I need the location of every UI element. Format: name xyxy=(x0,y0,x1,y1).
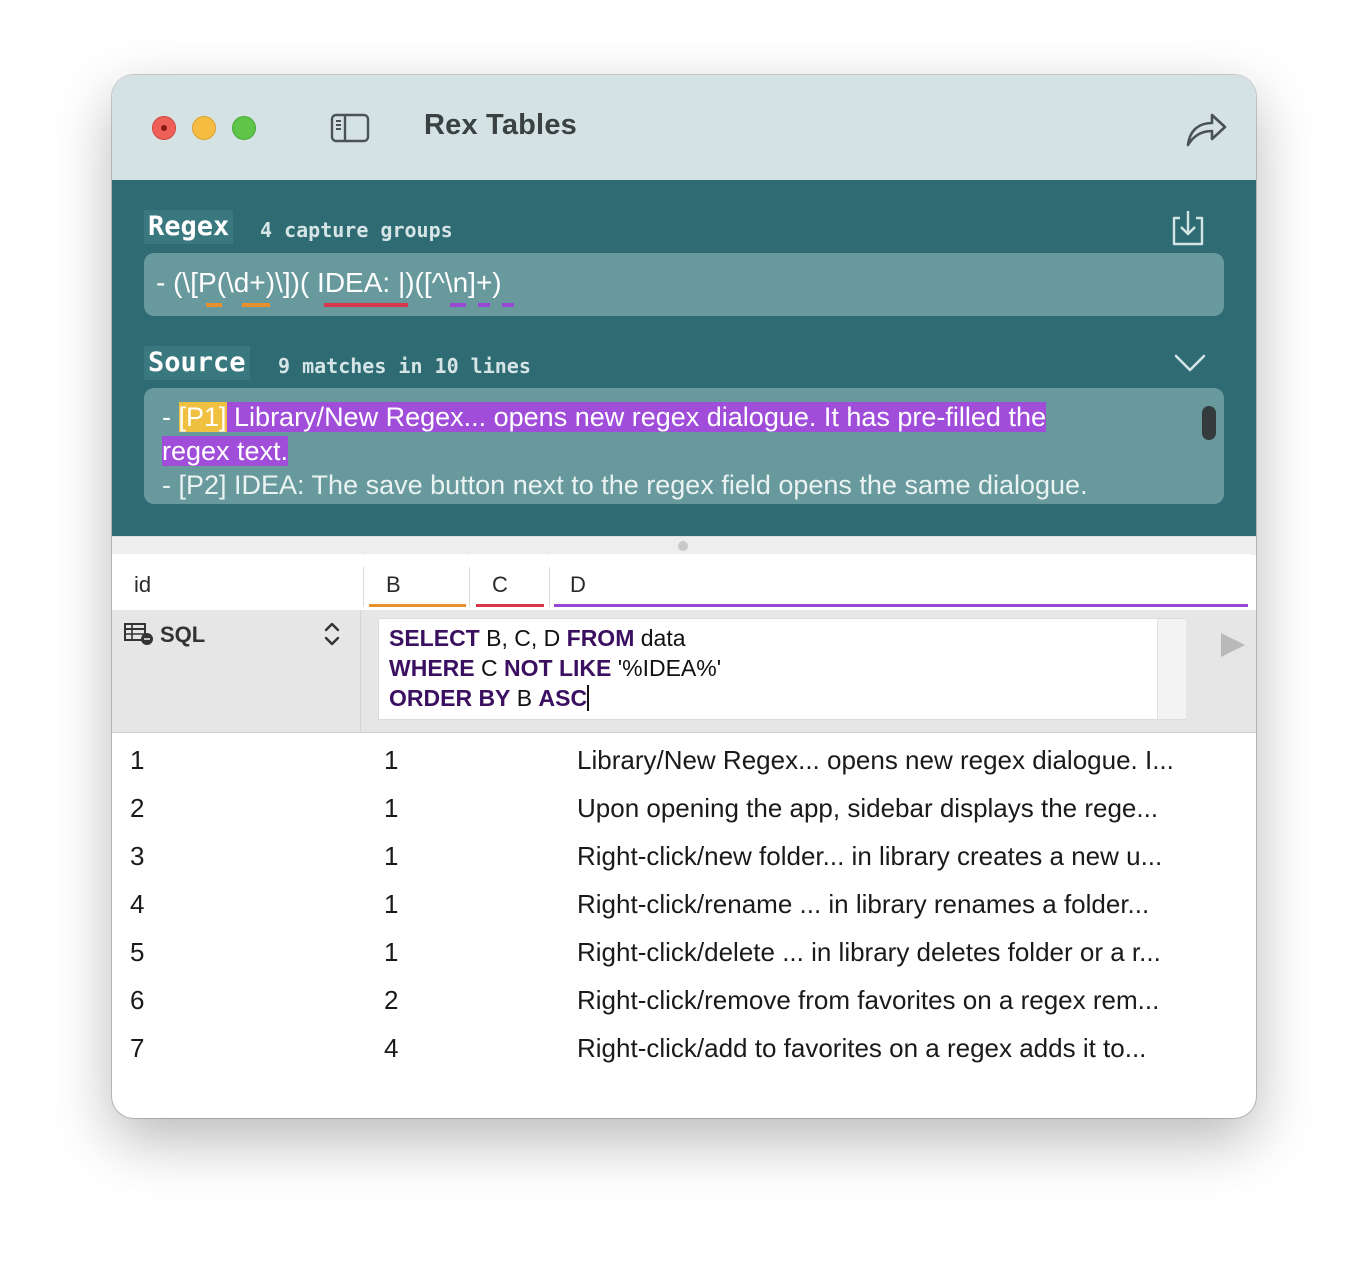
table-divider xyxy=(112,732,1256,733)
cell-d: Upon opening the app, sidebar displays t… xyxy=(577,793,1159,823)
app-window: Rex Tables Regex 4 capture groups - (\[P… xyxy=(112,75,1256,1118)
sidebar-toggle-icon[interactable] xyxy=(330,112,370,144)
capture-groups-count: 4 capture groups xyxy=(260,218,453,242)
cell-b: 1 xyxy=(384,889,399,919)
sql-line-1: SELECT B, C, D FROM data xyxy=(389,625,686,651)
regex-group-idea: IDEA: | xyxy=(309,267,406,298)
match-text: Library/New Regex... opens new regex dia… xyxy=(226,402,1046,432)
cell-d: Library/New Regex... opens new regex dia… xyxy=(577,745,1174,775)
sql-separator xyxy=(360,610,361,732)
cell-id: 3 xyxy=(130,841,145,871)
column-header-b[interactable]: B xyxy=(364,554,468,610)
regex-group-digits: (\d+) xyxy=(216,267,276,298)
source-scrollbar[interactable] xyxy=(1202,406,1216,440)
cell-b: 1 xyxy=(384,841,399,871)
text-caret xyxy=(587,685,590,711)
cell-id: 4 xyxy=(130,889,145,919)
regex-group-rest: [^\n] xyxy=(423,267,476,298)
query-mode-stepper-icon[interactable] xyxy=(322,620,342,648)
close-window-button[interactable] xyxy=(152,116,176,140)
table-row[interactable]: 2 1 Upon opening the app, sidebar displa… xyxy=(112,785,1256,833)
sql-line-2: WHERE C NOT LIKE '%IDEA%' xyxy=(389,655,722,681)
cell-id: 5 xyxy=(130,937,145,967)
cell-b: 1 xyxy=(384,793,399,823)
table-row[interactable]: 7 4 Right-click/add to favorites on a re… xyxy=(112,1025,1256,1073)
source-line-1: - [P1] Library/New Regex... opens new re… xyxy=(162,402,1046,432)
table-row[interactable]: 4 1 Right-click/rename ... in library re… xyxy=(112,881,1256,929)
regex-source-panel: Regex 4 capture groups - (\[P(\d+)\])( I… xyxy=(112,180,1256,536)
cell-d: Right-click/delete ... in library delete… xyxy=(577,937,1161,967)
cell-d: Right-click/new folder... in library cre… xyxy=(577,841,1163,871)
minimize-window-button[interactable] xyxy=(192,116,216,140)
group-b-underline xyxy=(206,303,222,307)
run-query-icon[interactable] xyxy=(1218,630,1248,660)
match-tag: [P1] xyxy=(178,402,227,432)
chevron-down-icon[interactable] xyxy=(1173,351,1207,375)
source-line-2: regex text. xyxy=(162,434,289,468)
column-c-color-bar xyxy=(476,604,544,607)
window-title: Rex Tables xyxy=(424,109,577,141)
cell-id: 6 xyxy=(130,985,145,1015)
table-row[interactable]: 1 1 Library/New Regex... opens new regex… xyxy=(112,737,1256,785)
splitter-handle[interactable] xyxy=(678,541,688,551)
column-header-id[interactable]: id xyxy=(112,554,362,610)
share-icon[interactable] xyxy=(1184,109,1228,149)
query-mode-label: SQL xyxy=(160,622,206,647)
table-row[interactable]: 3 1 Right-click/new folder... in library… xyxy=(112,833,1256,881)
regex-part-p: P xyxy=(198,267,217,298)
column-b-color-bar xyxy=(369,604,466,607)
cell-b: 1 xyxy=(384,745,399,775)
cell-d: Right-click/remove from favorites on a r… xyxy=(577,985,1160,1015)
sql-line-3: ORDER BY B ASC xyxy=(389,685,590,711)
group-b-underline xyxy=(242,303,270,307)
group-d-underline xyxy=(450,303,466,307)
sql-query-row: SQL SELECT B, C, D FROM data WHERE C NOT… xyxy=(112,610,1256,732)
column-header-d[interactable]: D xyxy=(550,554,1250,610)
cell-id: 2 xyxy=(130,793,145,823)
save-regex-icon[interactable] xyxy=(1170,208,1206,248)
regex-input[interactable]: - (\[P(\d+)\])( IDEA: |)([^\n]+) xyxy=(144,253,1224,316)
cell-id: 1 xyxy=(130,745,145,775)
source-label: Source xyxy=(144,346,250,380)
source-line-3: - [P2] IDEA: The save button next to the… xyxy=(162,470,1088,500)
column-d-color-bar xyxy=(554,604,1248,607)
cell-d: Right-click/rename ... in library rename… xyxy=(577,889,1150,919)
group-d-underline xyxy=(478,303,490,307)
cell-b: 2 xyxy=(384,985,399,1015)
column-header-c[interactable]: C xyxy=(470,554,548,610)
cell-d: Right-click/add to favorites on a regex … xyxy=(577,1033,1147,1063)
regex-pattern: - (\[P(\d+)\])( IDEA: |)([^\n]+) xyxy=(156,267,502,298)
regex-label: Regex xyxy=(144,210,234,244)
panel-splitter[interactable] xyxy=(112,536,1256,555)
group-c-underline xyxy=(324,303,408,307)
table-row[interactable]: 6 2 Right-click/remove from favorites on… xyxy=(112,977,1256,1025)
group-d-underline xyxy=(502,303,514,307)
title-bar: Rex Tables xyxy=(112,75,1256,180)
matches-count: 9 matches in 10 lines xyxy=(278,354,531,378)
zoom-window-button[interactable] xyxy=(232,116,256,140)
cell-b: 1 xyxy=(384,937,399,967)
sql-editor-scrollbar[interactable] xyxy=(1157,619,1186,719)
source-text-area[interactable]: - [P1] Library/New Regex... opens new re… xyxy=(144,388,1224,504)
match-text: regex text. xyxy=(162,436,289,466)
sql-query-editor[interactable]: SELECT B, C, D FROM data WHERE C NOT LIK… xyxy=(378,618,1186,720)
table-query-icon xyxy=(124,622,154,646)
table-row[interactable]: 5 1 Right-click/delete ... in library de… xyxy=(112,929,1256,977)
cell-b: 4 xyxy=(384,1033,399,1063)
cell-id: 7 xyxy=(130,1033,145,1063)
